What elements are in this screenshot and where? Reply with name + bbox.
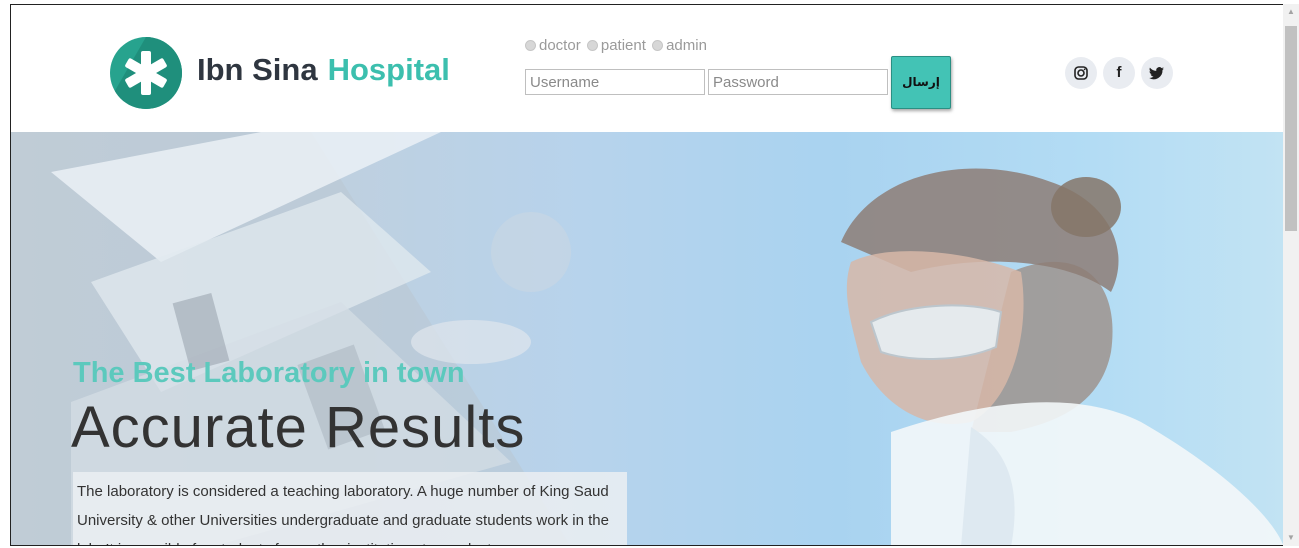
admin-radio-label: admin xyxy=(666,37,707,54)
hero-banner: The Best Laboratory in town Accurate Res… xyxy=(11,132,1283,545)
brand-name-accent: Hospital xyxy=(327,52,450,87)
username-input[interactable] xyxy=(525,69,705,95)
medical-star-icon xyxy=(110,37,182,109)
scroll-up-arrow-icon[interactable]: ▲ xyxy=(1283,4,1299,20)
doctor-radio-label: doctor xyxy=(539,37,581,54)
vertical-scrollbar[interactable]: ▲ ▼ xyxy=(1283,4,1299,546)
patient-radio-label: patient xyxy=(600,37,646,54)
site-header: Ibn Sina Hospital doctor patient admin إر… xyxy=(11,5,1283,132)
hero-tagline: The Best Laboratory in town xyxy=(73,357,465,389)
doctor-radio[interactable] xyxy=(525,40,536,51)
password-input[interactable] xyxy=(708,69,888,95)
twitter-icon[interactable] xyxy=(1141,57,1173,89)
instagram-icon[interactable] xyxy=(1065,57,1097,89)
facebook-icon[interactable]: f xyxy=(1103,57,1135,89)
brand-name-main: Ibn Sina xyxy=(197,52,318,87)
hero-headline: Accurate Results xyxy=(71,395,526,460)
role-selector: doctor patient admin xyxy=(525,37,709,54)
patient-radio[interactable] xyxy=(586,40,598,51)
scrollbar-thumb[interactable] xyxy=(1285,26,1297,231)
admin-radio[interactable] xyxy=(652,40,664,51)
hero-description: The laboratory is considered a teaching … xyxy=(73,472,627,545)
submit-button[interactable]: إرسال xyxy=(891,56,951,109)
brand-name[interactable]: Ibn Sina Hospital xyxy=(197,52,450,88)
page-frame: Ibn Sina Hospital doctor patient admin إر… xyxy=(10,4,1283,546)
scroll-down-arrow-icon[interactable]: ▼ xyxy=(1283,530,1299,546)
